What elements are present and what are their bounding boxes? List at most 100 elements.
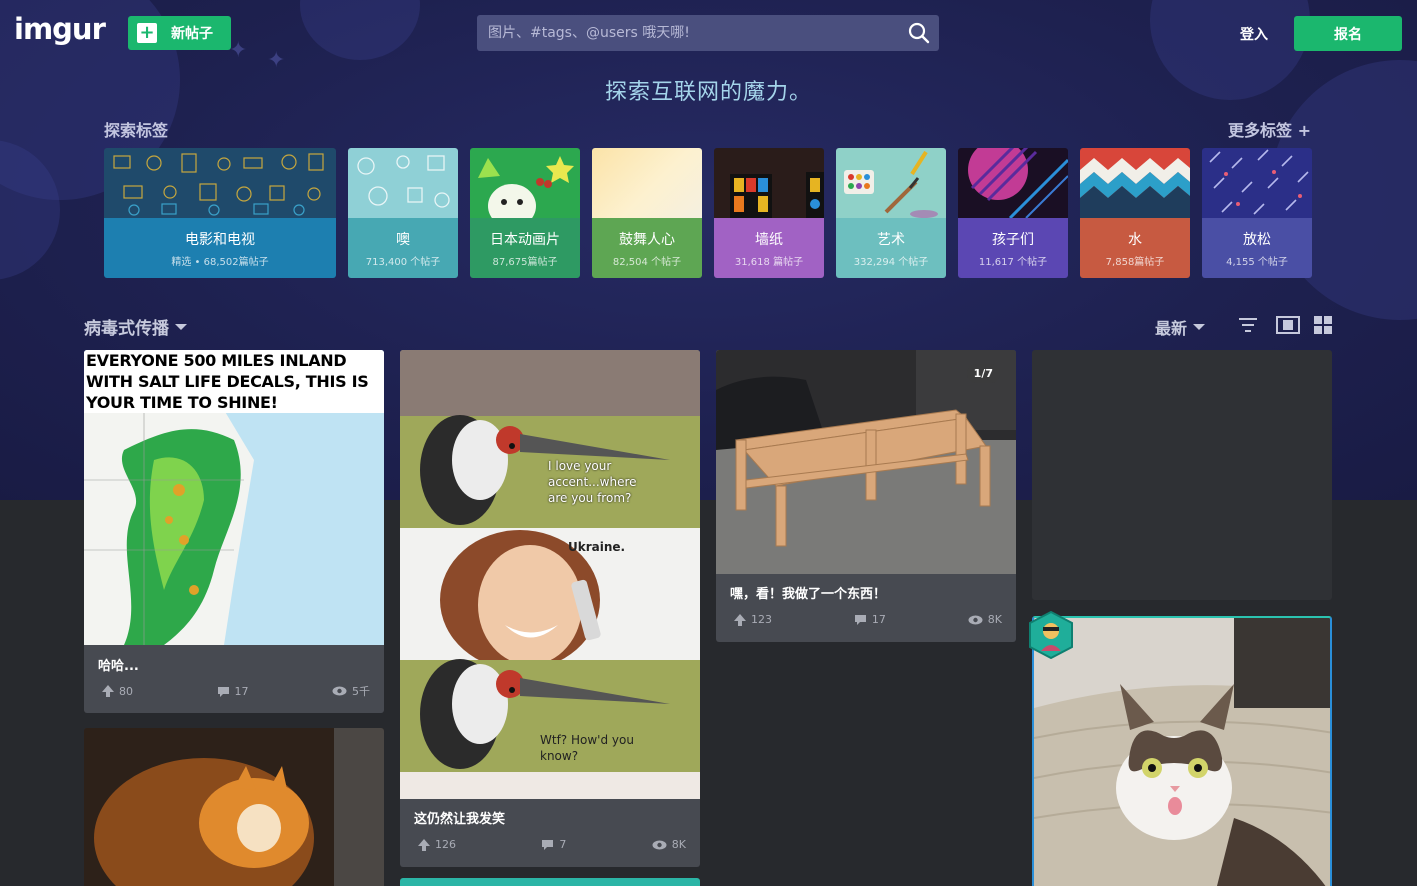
tag-thumbnail <box>348 148 458 218</box>
comment-stat[interactable]: 7 <box>541 838 566 851</box>
new-post-label: 新帖子 <box>171 26 213 42</box>
post-title: 嘿，看！我做了一个东西！ <box>730 587 887 602</box>
post-card[interactable]: I love your accent...where are you from?… <box>400 350 700 867</box>
post-stats: 126 7 8K <box>418 838 686 851</box>
tag-movies-tv[interactable]: 电影和电视 精选 • 68,502篇帖子 <box>104 148 336 278</box>
signin-link[interactable]: 登入 <box>1240 24 1268 44</box>
post-card[interactable]: 1/7 嘿，看！我做了一个东西！ 123 17 8K <box>716 350 1016 642</box>
tag-thumbnail <box>1080 148 1190 218</box>
view-stat: 5千 <box>332 683 370 699</box>
view-stat: 8K <box>968 613 1002 626</box>
search-input[interactable] <box>477 15 899 51</box>
section-label: 病毒式传播 <box>84 319 169 339</box>
upvote-count: 123 <box>751 613 772 626</box>
tag-thumbnail <box>714 148 824 218</box>
post-card[interactable] <box>84 728 384 886</box>
tags-row: 电影和电视 精选 • 68,502篇帖子 噢 713,400 个帖子 日本动画片… <box>104 148 1312 278</box>
tag-name: 电影和电视 <box>185 231 255 248</box>
tag-water[interactable]: 水 7,858篇帖子 <box>1080 148 1190 278</box>
tag-count: 713,400 个帖子 <box>365 256 441 268</box>
tag-count: 87,675篇帖子 <box>492 256 558 268</box>
tag-wallpaper[interactable]: 墙纸 31,618 篇帖子 <box>714 148 824 278</box>
post-image <box>1034 618 1330 886</box>
comment-stat[interactable]: 17 <box>854 613 886 626</box>
post-card-placeholder[interactable] <box>1032 350 1332 600</box>
post-card[interactable]: EVERYONE 500 MILES INLAND WITH SALT LIFE… <box>84 350 384 713</box>
upvote-count: 80 <box>119 684 133 698</box>
tag-name: 孩子们 <box>992 231 1034 248</box>
meme-caption: I love your accent...where are you from? <box>548 459 637 505</box>
post-image: 1/7 <box>716 350 1016 574</box>
sort-dropdown[interactable]: 最新 <box>1155 315 1206 339</box>
tag-name: 水 <box>1128 231 1142 248</box>
tag-name: 艺术 <box>877 231 905 248</box>
new-post-button[interactable]: + 新帖子 <box>128 16 231 50</box>
post-title: 这仍然让我发笑 <box>414 812 506 827</box>
more-tags-link[interactable]: 更多标签 + <box>1228 117 1311 141</box>
view-count: 8K <box>987 613 1002 626</box>
signup-button[interactable]: 报名 <box>1294 16 1402 51</box>
meme-caption: Ukraine. <box>568 540 626 554</box>
viral-section-dropdown[interactable]: 病毒式传播 <box>84 314 187 339</box>
tag-relax[interactable]: 放松 4,155 个帖子 <box>1202 148 1312 278</box>
upvote-stat[interactable]: 123 <box>734 613 772 626</box>
tag-info: 孩子们 11,617 个帖子 <box>958 218 1068 278</box>
view-count: 8K <box>671 838 686 851</box>
tag-art[interactable]: 艺术 332,294 个帖子 <box>836 148 946 278</box>
view-options <box>1238 316 1334 334</box>
upvote-count: 126 <box>435 838 456 851</box>
meme-caption: EVERYONE 500 MILES INLAND WITH SALT LIFE… <box>84 350 384 413</box>
tag-name: 放松 <box>1243 231 1271 248</box>
tag-info: 艺术 332,294 个帖子 <box>836 218 946 278</box>
tag-info: 墙纸 31,618 篇帖子 <box>714 218 824 278</box>
imgur-logo[interactable]: imgur <box>14 12 106 46</box>
tag-inspiring[interactable]: 鼓舞人心 82,504 个帖子 <box>592 148 702 278</box>
view-stat: 8K <box>652 838 686 851</box>
user-avatar-badge[interactable] <box>1028 610 1074 660</box>
view-count: 5千 <box>352 685 370 698</box>
tag-info: 日本动画片 87,675篇帖子 <box>470 218 580 278</box>
tag-count: 332,294 个帖子 <box>853 256 929 268</box>
upvote-arrow-icon <box>418 838 430 851</box>
comment-stat[interactable]: 17 <box>217 683 249 699</box>
tag-thumbnail <box>592 148 702 218</box>
tag-info: 电影和电视 精选 • 68,502篇帖子 <box>104 218 336 278</box>
tag-name: 噢 <box>396 231 410 248</box>
tag-info: 鼓舞人心 82,504 个帖子 <box>592 218 702 278</box>
tag-count: 82,504 个帖子 <box>612 256 682 268</box>
tag-anime[interactable]: 日本动画片 87,675篇帖子 <box>470 148 580 278</box>
waterfall-view-icon[interactable] <box>1276 316 1300 334</box>
post-image: EVERYONE 500 MILES INLAND WITH SALT LIFE… <box>84 350 384 645</box>
tag-name: 鼓舞人心 <box>619 231 675 248</box>
post-title: 哈哈... <box>98 659 139 674</box>
grid-view-icon[interactable] <box>1314 316 1334 334</box>
post-image <box>84 728 384 886</box>
comment-count: 17 <box>234 684 249 698</box>
tag-aww[interactable]: 噢 713,400 个帖子 <box>348 148 458 278</box>
hero-tagline: 探索互联网的魔力。 <box>604 80 812 105</box>
post-stats: 80 17 5千 <box>102 683 370 699</box>
post-card[interactable] <box>1032 616 1332 886</box>
post-stats: 123 17 8K <box>734 613 1002 626</box>
eye-icon <box>332 686 347 696</box>
tag-kids[interactable]: 孩子们 11,617 个帖子 <box>958 148 1068 278</box>
tag-name: 墙纸 <box>755 231 783 248</box>
tag-info: 水 7,858篇帖子 <box>1080 218 1190 278</box>
top-bar: imgur + 新帖子 登入 报名 <box>0 0 1417 66</box>
filter-icon[interactable] <box>1238 316 1258 334</box>
chevron-down-icon <box>175 323 187 330</box>
eye-icon <box>652 840 667 849</box>
search-icon[interactable] <box>899 15 939 51</box>
tag-name: 日本动画片 <box>490 231 560 248</box>
upvote-stat[interactable]: 126 <box>418 838 456 851</box>
tag-info: 放松 4,155 个帖子 <box>1202 218 1312 278</box>
explore-tags-label: 探索标签 <box>104 121 169 140</box>
comment-bubble-icon <box>854 615 866 625</box>
tag-thumbnail <box>958 148 1068 218</box>
tag-thumbnail <box>1202 148 1312 218</box>
tag-count: 11,617 个帖子 <box>978 256 1048 268</box>
upvote-stat[interactable]: 80 <box>102 683 133 699</box>
post-image: I love your accent...where are you from?… <box>400 350 700 799</box>
tag-count: 7,858篇帖子 <box>1105 256 1165 268</box>
post-card-edge <box>400 878 700 886</box>
